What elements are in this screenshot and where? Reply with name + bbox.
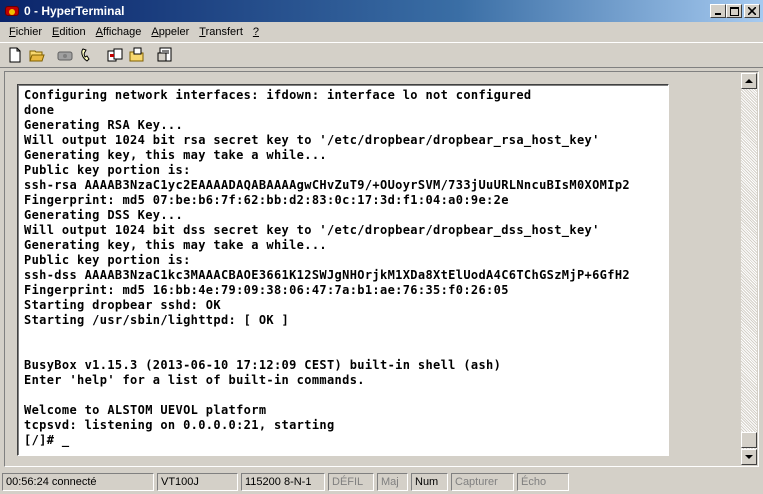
call-icon [81,48,90,62]
toolbar [0,42,763,68]
status-scroll-lock: DÉFIL [328,472,374,491]
terminal-line: ssh-rsa AAAAB3NzaC1yc2EAAAADAQABAAAAgwCH… [24,178,630,192]
menu-fichier[interactable]: Fichier [4,26,47,38]
terminal-screen[interactable]: Configuring network interfaces: ifdown: … [17,84,669,456]
terminal-line: Welcome to ALSTOM UEVOL platform [24,403,267,417]
terminal-line: Public key portion is: [24,253,191,267]
close-button[interactable] [744,4,760,18]
status-connection-time: 00:56:24 connecté [2,472,154,491]
window-title: 0 - HyperTerminal [24,4,125,18]
terminal-line: Enter 'help' for a list of built-in comm… [24,373,365,387]
terminal-line: tcpsvd: listening on 0.0.0.0:21, startin… [24,418,335,432]
status-caps-lock: Maj [377,472,408,491]
terminal-output: Configuring network interfaces: ifdown: … [24,88,630,448]
receive-button[interactable] [126,45,148,66]
properties-button[interactable] [154,45,176,66]
menu-help[interactable]: ? [248,26,264,38]
terminal-line: Generating key, this may take a while... [24,238,327,252]
scroll-up-button[interactable] [741,73,757,89]
terminal-line: Starting /usr/sbin/lighttpd: [ OK ] [24,313,290,327]
terminal-line: done [24,103,55,117]
close-icon [748,7,756,15]
terminal-line: [/]# _ [24,433,70,447]
terminal-line: Starting dropbear sshd: OK [24,298,221,312]
terminal-frame: Configuring network interfaces: ifdown: … [4,71,759,467]
status-bar: 00:56:24 connecté VT100J 115200 8-N-1 DÉ… [0,471,763,492]
vertical-scrollbar[interactable] [741,73,757,465]
arrow-down-icon [745,455,753,459]
send-icon [107,48,123,62]
hyperterminal-icon[interactable] [4,3,20,19]
scroll-down-button[interactable] [741,449,757,465]
menu-transfert[interactable]: Transfert [194,26,248,38]
status-port-settings: 115200 8-N-1 [241,472,325,491]
status-num-lock: Num [411,472,448,491]
status-echo: Écho [517,472,569,491]
new-document-icon [9,47,21,63]
terminal-line: Configuring network interfaces: ifdown: … [24,88,532,102]
status-capture: Capturer [451,472,514,491]
arrow-up-icon [745,79,753,83]
properties-icon [157,47,172,62]
maximize-icon [729,6,739,16]
call-button[interactable] [76,45,98,66]
terminal-line: ssh-dss AAAAB3NzaC1kc3MAAACBAOE3661K12SW… [24,268,630,282]
terminal-line: Public key portion is: [24,163,191,177]
terminal-line: Generating RSA Key... [24,118,184,132]
menu-bar: Fichier Edition Affichage Appeler Transf… [0,22,763,41]
menu-edition[interactable]: Edition [47,26,91,38]
menu-affichage[interactable]: Affichage [91,26,147,38]
send-button[interactable] [104,45,126,66]
open-button[interactable] [26,45,48,66]
terminal-line: Will output 1024 bit rsa secret key to '… [24,133,600,147]
maximize-button[interactable] [726,4,742,18]
open-folder-icon [29,50,45,62]
title-bar[interactable]: 0 - HyperTerminal [0,0,763,22]
status-emulation: VT100J [157,472,238,491]
terminal-line: Fingerprint: md5 07:be:b6:7f:62:bb:d2:83… [24,193,509,207]
minimize-icon [715,13,721,15]
menu-appeler[interactable]: Appeler [146,26,194,38]
receive-icon [129,47,144,62]
terminal-line: Fingerprint: md5 16:bb:4e:79:09:38:06:47… [24,283,509,297]
terminal-line: Generating DSS Key... [24,208,184,222]
new-connection-button[interactable] [4,45,26,66]
scroll-thumb[interactable] [741,432,757,448]
disconnect-icon [57,51,73,61]
terminal-line: Generating key, this may take a while... [24,148,327,162]
disconnect-button[interactable] [54,45,76,66]
terminal-line: Will output 1024 bit dss secret key to '… [24,223,600,237]
terminal-line: BusyBox v1.15.3 (2013-06-10 17:12:09 CES… [24,358,502,372]
minimize-button[interactable] [710,4,726,18]
